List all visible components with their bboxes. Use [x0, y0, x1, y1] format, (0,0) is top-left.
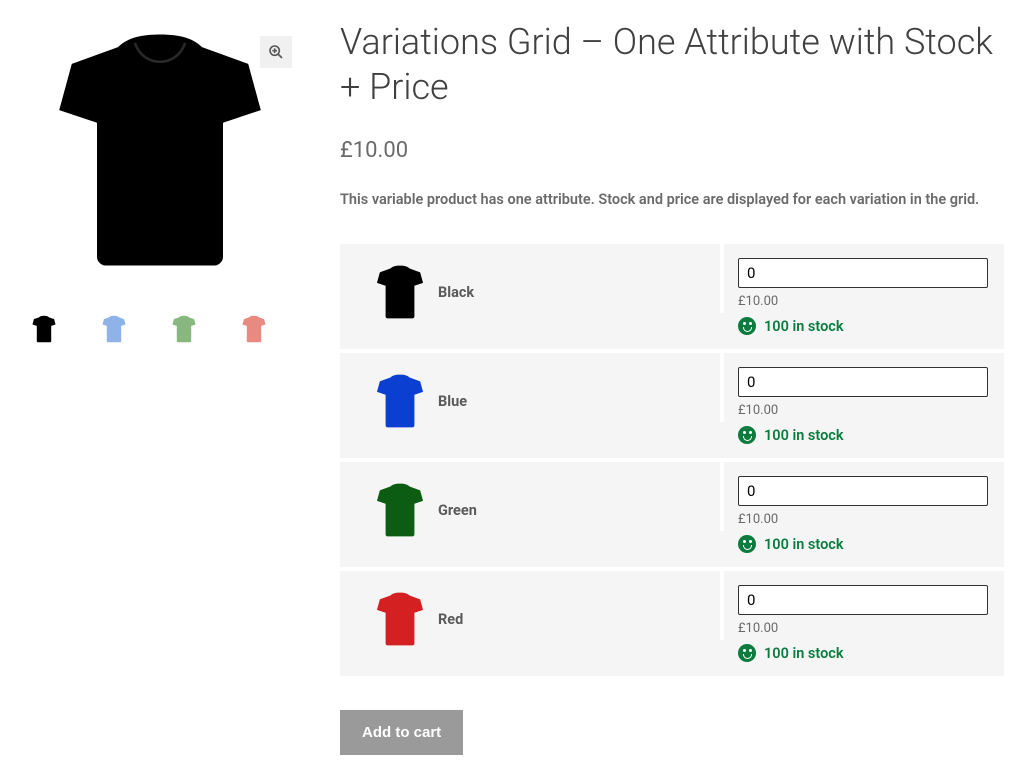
- product-price: £10.00: [340, 138, 1004, 163]
- variation-price: £10.00: [738, 294, 988, 309]
- variation-price: £10.00: [738, 403, 988, 418]
- product-main-image[interactable]: [38, 20, 283, 280]
- add-to-cart-button[interactable]: Add to cart: [340, 710, 463, 755]
- smiley-icon: [738, 644, 756, 662]
- smiley-icon: [738, 317, 756, 335]
- zoom-button[interactable]: [260, 36, 292, 68]
- product-title: Variations Grid – One Attribute with Sto…: [340, 20, 1004, 110]
- variation-price: £10.00: [738, 621, 988, 636]
- gallery-thumb-lightblue[interactable]: [100, 312, 128, 346]
- quantity-input[interactable]: [738, 585, 988, 615]
- variation-row: Green £10.00 100 in stock: [340, 462, 1004, 571]
- stock-status: 100 in stock: [738, 426, 988, 444]
- variation-image: [340, 462, 432, 558]
- quantity-input[interactable]: [738, 367, 988, 397]
- stock-text: 100 in stock: [764, 427, 844, 444]
- variation-image: [340, 244, 432, 340]
- variation-row: Blue £10.00 100 in stock: [340, 353, 1004, 462]
- gallery-thumb-black[interactable]: [30, 312, 58, 346]
- gallery-thumb-green[interactable]: [170, 312, 198, 346]
- variation-price: £10.00: [738, 512, 988, 527]
- variations-grid: Black £10.00 100 in stock Blue £10.00 10…: [340, 244, 1004, 676]
- variation-label: Blue: [432, 353, 724, 422]
- variation-label: Red: [432, 571, 724, 640]
- gallery-thumb-salmon[interactable]: [240, 312, 268, 346]
- stock-text: 100 in stock: [764, 318, 844, 335]
- product-description: This variable product has one attribute.…: [340, 191, 1004, 208]
- variation-controls: £10.00 100 in stock: [724, 353, 1004, 458]
- variation-row: Red £10.00 100 in stock: [340, 571, 1004, 676]
- variation-row: Black £10.00 100 in stock: [340, 244, 1004, 353]
- variation-label: Green: [432, 462, 724, 531]
- variation-image: [340, 571, 432, 667]
- variation-controls: £10.00 100 in stock: [724, 571, 1004, 676]
- smiley-icon: [738, 535, 756, 553]
- variation-controls: £10.00 100 in stock: [724, 462, 1004, 567]
- stock-status: 100 in stock: [738, 644, 988, 662]
- quantity-input[interactable]: [738, 258, 988, 288]
- stock-text: 100 in stock: [764, 536, 844, 553]
- quantity-input[interactable]: [738, 476, 988, 506]
- zoom-icon: [268, 44, 284, 60]
- stock-text: 100 in stock: [764, 645, 844, 662]
- variation-controls: £10.00 100 in stock: [724, 244, 1004, 349]
- variation-label: Black: [432, 244, 724, 313]
- stock-status: 100 in stock: [738, 317, 988, 335]
- variation-image: [340, 353, 432, 449]
- smiley-icon: [738, 426, 756, 444]
- stock-status: 100 in stock: [738, 535, 988, 553]
- product-gallery: [20, 20, 300, 755]
